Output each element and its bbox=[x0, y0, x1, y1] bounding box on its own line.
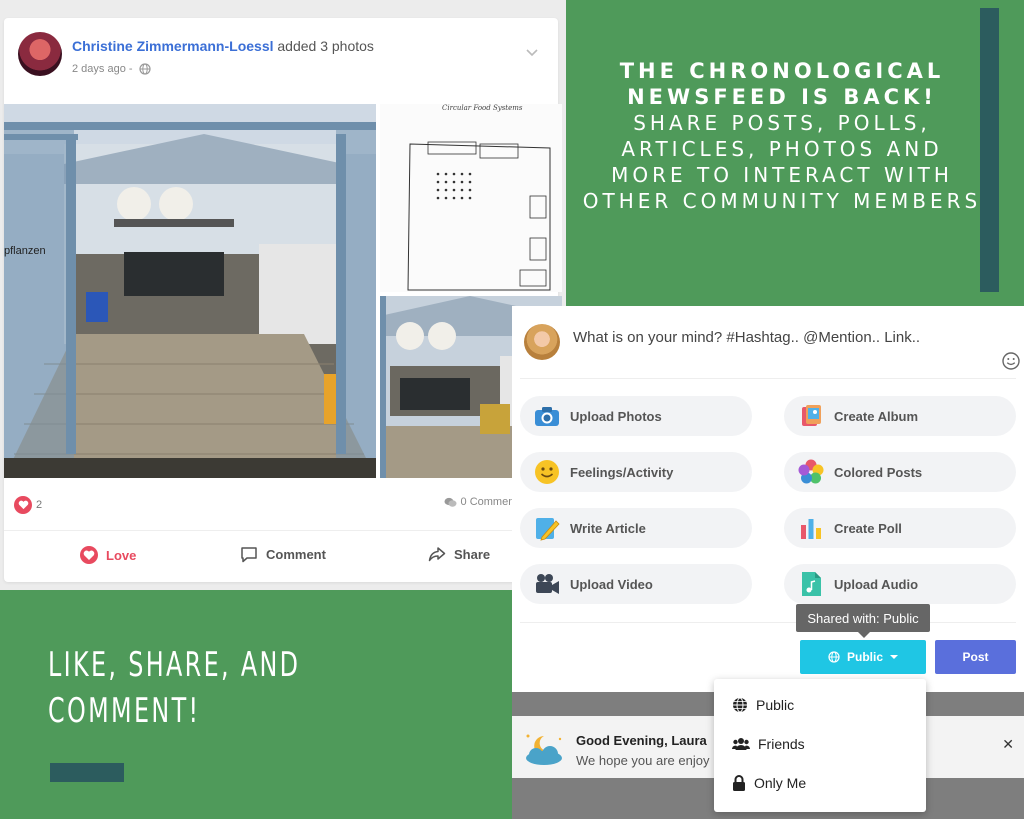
create-poll-button[interactable]: Create Poll bbox=[784, 508, 1016, 548]
write-article-button[interactable]: Write Article bbox=[520, 508, 752, 548]
upload-photos-button[interactable]: Upload Photos bbox=[520, 396, 752, 436]
post-button[interactable]: Post bbox=[935, 640, 1016, 674]
smiley-icon bbox=[534, 459, 560, 485]
post-divider bbox=[4, 530, 558, 531]
post-photos: pflanzen Circular Food Systems bbox=[4, 104, 562, 478]
love-label: Love bbox=[106, 547, 137, 563]
heart-reaction-icon bbox=[14, 496, 32, 514]
privacy-selected-label: Public bbox=[846, 650, 883, 664]
privacy-option-only-me-label: Only Me bbox=[754, 775, 807, 791]
comment-icon bbox=[241, 547, 257, 563]
composer-input[interactable]: What is on your mind? #Hashtag.. @Mentio… bbox=[573, 329, 920, 346]
cta-line-2: COMMENT! bbox=[48, 691, 201, 731]
feelings-activity-button[interactable]: Feelings/Activity bbox=[520, 452, 752, 492]
create-poll-label: Create Poll bbox=[834, 520, 902, 536]
reaction-summary[interactable]: 2 bbox=[14, 496, 42, 514]
post-composer: What is on your mind? #Hashtag.. @Mentio… bbox=[512, 306, 1024, 692]
post-action-text: added 3 photos bbox=[277, 38, 374, 54]
share-label: Share bbox=[454, 546, 491, 562]
post-card: Christine Zimmermann-Loessl added 3 phot… bbox=[4, 18, 562, 582]
upload-photos-label: Upload Photos bbox=[570, 408, 662, 424]
love-button[interactable]: Love bbox=[80, 546, 136, 564]
upload-audio-button[interactable]: Upload Audio bbox=[784, 564, 1016, 604]
reaction-count: 2 bbox=[36, 499, 43, 511]
colored-posts-label: Colored Posts bbox=[834, 464, 923, 480]
post-author-line: Christine Zimmermann-Loessl added 3 phot… bbox=[72, 38, 374, 54]
comments-count[interactable]: 0 Comments bbox=[444, 496, 523, 508]
greeting-subtitle: We hope you are enjoy bbox=[576, 753, 710, 768]
color-palette-icon bbox=[798, 459, 824, 485]
album-icon bbox=[798, 403, 824, 429]
night-weather-icon bbox=[526, 734, 562, 765]
lock-icon bbox=[733, 775, 745, 791]
privacy-tooltip: Shared with: Public bbox=[796, 604, 930, 638]
greenhouse-sign-text: pflanzen bbox=[4, 245, 46, 257]
video-camera-icon bbox=[534, 571, 560, 597]
privacy-option-friends[interactable]: Friends bbox=[732, 736, 805, 752]
close-icon[interactable]: ✕ bbox=[1002, 736, 1014, 753]
users-icon bbox=[732, 738, 750, 750]
post-actions: Love Comment Share bbox=[4, 540, 558, 574]
composer-divider-bottom bbox=[520, 622, 1016, 623]
post-time: 2 days ago - bbox=[72, 63, 133, 75]
composer-divider bbox=[520, 378, 1016, 379]
greeting-title: Good Evening, Laura bbox=[576, 733, 707, 748]
accent-bar-horizontal bbox=[50, 763, 124, 782]
create-album-label: Create Album bbox=[834, 408, 919, 424]
feelings-activity-label: Feelings/Activity bbox=[570, 464, 674, 480]
camera-icon bbox=[534, 403, 560, 429]
sketch-photo[interactable]: Circular Food Systems bbox=[380, 104, 562, 292]
author-name[interactable]: Christine Zimmermann-Loessl bbox=[72, 38, 274, 54]
poll-icon bbox=[798, 515, 824, 541]
privacy-option-public[interactable]: Public bbox=[732, 697, 794, 713]
upload-video-button[interactable]: Upload Video bbox=[520, 564, 752, 604]
colored-posts-button[interactable]: Colored Posts bbox=[784, 452, 1016, 492]
cta-line-1: LIKE, SHARE, AND bbox=[48, 645, 301, 685]
comment-label: Comment bbox=[266, 547, 326, 562]
globe-icon bbox=[138, 63, 151, 75]
comments-icon bbox=[444, 497, 457, 507]
accent-bar-vertical bbox=[980, 8, 999, 292]
write-article-label: Write Article bbox=[570, 520, 646, 536]
pen-icon bbox=[534, 515, 560, 541]
headline: THE CHRONOLOGICAL NEWSFEED IS BACK! SHAR… bbox=[582, 58, 982, 214]
privacy-dropdown-menu: Public Friends Only Me bbox=[714, 679, 926, 812]
privacy-select-button[interactable]: Public bbox=[800, 640, 926, 674]
chevron-down-icon[interactable] bbox=[524, 44, 540, 60]
post-header: Christine Zimmermann-Loessl added 3 phot… bbox=[18, 32, 548, 80]
user-avatar[interactable] bbox=[524, 324, 560, 360]
post-timestamp: 2 days ago - bbox=[72, 63, 151, 75]
share-icon bbox=[428, 547, 446, 562]
headline-bold: THE CHRONOLOGICAL NEWSFEED IS BACK! bbox=[619, 59, 945, 109]
privacy-option-friends-label: Friends bbox=[758, 736, 805, 752]
globe-icon bbox=[733, 697, 747, 713]
audio-file-icon bbox=[798, 571, 824, 597]
author-avatar[interactable] bbox=[18, 32, 62, 76]
emoji-icon[interactable] bbox=[1002, 352, 1020, 370]
upload-audio-label: Upload Audio bbox=[834, 576, 919, 592]
create-album-button[interactable]: Create Album bbox=[784, 396, 1016, 436]
upload-video-label: Upload Video bbox=[570, 576, 653, 592]
privacy-option-only-me[interactable]: Only Me bbox=[732, 775, 806, 791]
sketch-title: Circular Food Systems bbox=[442, 104, 523, 112]
comment-button[interactable]: Comment bbox=[240, 546, 326, 563]
privacy-option-public-label: Public bbox=[756, 697, 795, 713]
greenhouse-photo[interactable]: pflanzen bbox=[4, 104, 376, 478]
headline-body: SHARE POSTS, POLLS, ARTICLES, PHOTOS AND… bbox=[582, 111, 982, 213]
share-button[interactable]: Share bbox=[428, 546, 490, 562]
caret-down-icon bbox=[890, 655, 898, 659]
globe-icon bbox=[828, 651, 840, 663]
cta-text: LIKE, SHARE, AND COMMENT! bbox=[48, 642, 300, 734]
heart-icon bbox=[80, 546, 98, 564]
